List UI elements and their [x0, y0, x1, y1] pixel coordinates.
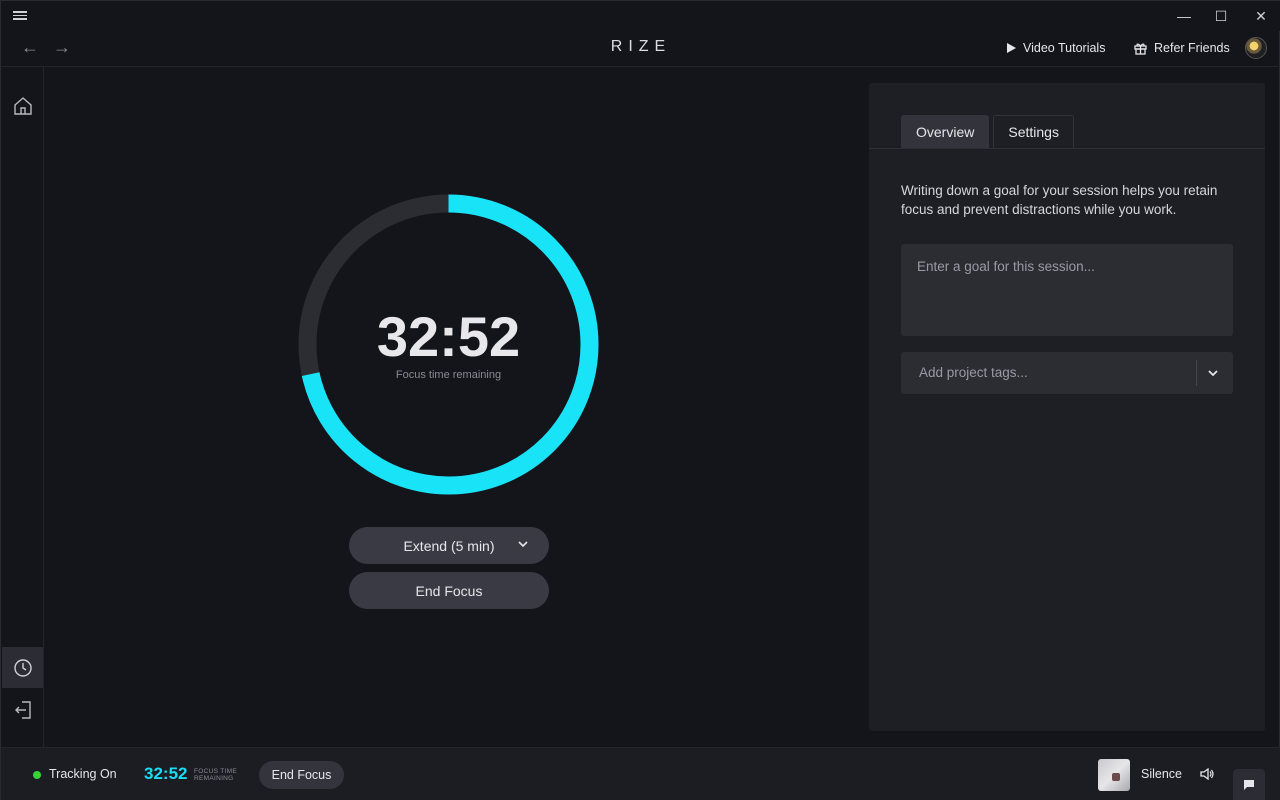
sound-thumbnail[interactable] — [1098, 759, 1130, 791]
tab-divider — [869, 148, 1265, 149]
project-tags-placeholder: Add project tags... — [919, 365, 1028, 380]
chat-icon — [1244, 780, 1254, 790]
tracking-status[interactable]: Tracking On — [49, 767, 117, 781]
clock-icon — [13, 658, 32, 677]
end-focus-button[interactable]: End Focus — [349, 572, 549, 609]
footer-timer-value: 32:52 — [144, 764, 188, 783]
project-tags-select[interactable]: Add project tags... — [901, 352, 1233, 394]
footer-end-focus-button[interactable]: End Focus — [259, 761, 344, 789]
end-focus-button-label: End Focus — [415, 582, 483, 599]
chat-support-button[interactable] — [1233, 769, 1265, 800]
footer-timer-label-line1: FOCUS TIME — [194, 768, 237, 775]
app-window: — ☐ ✕ ← → RIZE Video Tutorials Refer Fri… — [0, 0, 1280, 800]
footer-timer-label: FOCUS TIME REMAINING — [194, 768, 237, 782]
panel-tabs: Overview Settings — [901, 115, 1074, 148]
volume-icon[interactable] — [1199, 766, 1215, 782]
sound-label[interactable]: Silence — [1141, 767, 1182, 781]
logout-icon — [14, 700, 31, 719]
chevron-down-icon[interactable] — [517, 538, 529, 550]
maximize-icon[interactable]: ☐ — [1211, 7, 1231, 25]
logout-button[interactable] — [2, 689, 43, 730]
sidebar — [1, 67, 44, 747]
tab-settings[interactable]: Settings — [993, 115, 1074, 148]
play-icon — [1007, 43, 1016, 53]
app-header: ← → RIZE Video Tutorials Refer Friends — [1, 31, 1280, 67]
chevron-down-icon[interactable] — [1206, 366, 1220, 380]
home-nav-button[interactable] — [2, 85, 43, 126]
timer-label: Focus time remaining — [395, 369, 502, 381]
extend-button[interactable]: Extend (5 min) — [349, 527, 549, 564]
close-icon[interactable]: ✕ — [1251, 7, 1271, 25]
select-separator — [1196, 360, 1197, 386]
tab-overview[interactable]: Overview — [901, 115, 990, 148]
footer-timer-label-line2: REMAINING — [194, 775, 234, 782]
hamburger-menu-icon[interactable] — [13, 9, 27, 23]
refer-friends-link[interactable]: Refer Friends — [1134, 41, 1230, 55]
goal-description: Writing down a goal for your session hel… — [901, 183, 1218, 217]
user-avatar[interactable] — [1245, 37, 1267, 59]
title-bar: — ☐ ✕ — [1, 1, 1280, 31]
timer-value: 32:52 — [376, 305, 521, 368]
gift-icon — [1134, 43, 1147, 55]
tracking-status-dot — [33, 771, 41, 779]
video-tutorials-link[interactable]: Video Tutorials — [1007, 41, 1105, 55]
home-icon — [13, 96, 32, 115]
video-tutorials-label: Video Tutorials — [1023, 41, 1106, 55]
focus-timer-nav-button[interactable] — [2, 647, 43, 688]
extend-button-label: Extend (5 min) — [403, 537, 495, 554]
status-footer: Tracking On 32:52 FOCUS TIME REMAINING E… — [1, 747, 1280, 800]
session-panel: Overview Settings Writing down a goal fo… — [869, 83, 1265, 731]
refer-friends-label: Refer Friends — [1154, 41, 1230, 55]
minimize-icon[interactable]: — — [1174, 7, 1194, 25]
goal-input[interactable]: Enter a goal for this session... — [901, 244, 1233, 336]
